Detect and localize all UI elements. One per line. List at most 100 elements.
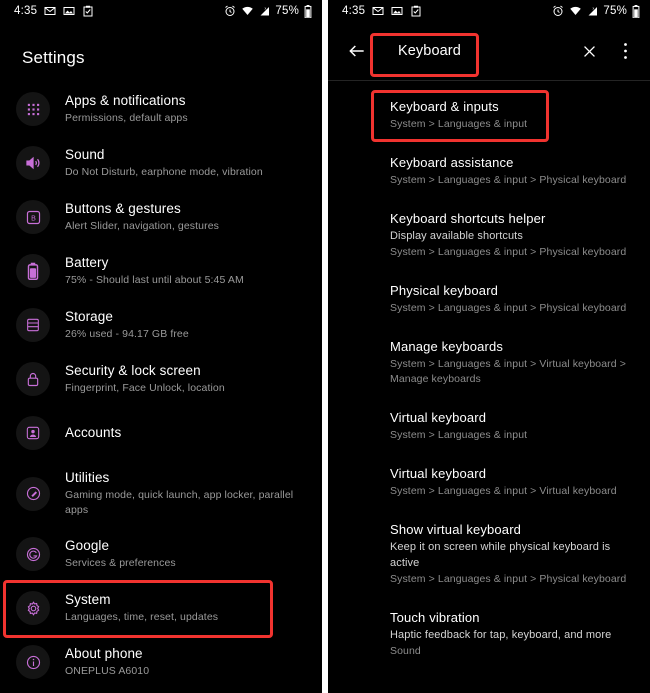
sidebar-item-text: Storage 26% used - 94.17 GB free (65, 308, 189, 342)
sidebar-item-title: About phone (65, 646, 143, 661)
search-input[interactable]: Keyboard (370, 31, 578, 71)
signal-icon: x (586, 5, 598, 17)
alarm-icon (552, 5, 564, 17)
sidebar-item-text: Buttons & gestures Alert Slider, navigat… (65, 200, 219, 234)
battery-status-icon (304, 5, 312, 18)
status-bar-right-group: x 75% (224, 5, 312, 18)
sidebar-item-apps-notifications[interactable]: Apps & notifications Permissions, defaul… (0, 82, 322, 136)
sidebar-item-text: Accounts (65, 424, 121, 442)
photos-icon (391, 5, 403, 17)
battery-percent: 75% (275, 5, 299, 17)
photos-icon (63, 5, 75, 17)
utilities-icon (16, 476, 50, 511)
settings-list: Apps & notifications Permissions, defaul… (0, 82, 322, 689)
wifi-icon (569, 5, 582, 17)
result-title: Keyboard & inputs (390, 99, 499, 114)
lock-icon (16, 362, 50, 396)
close-icon[interactable] (578, 40, 600, 62)
arrow-back-icon[interactable] (344, 38, 370, 64)
svg-text:x: x (593, 7, 595, 11)
sidebar-item-title: Google (65, 538, 110, 553)
search-result-keyboard-inputs[interactable]: Keyboard & inputs System > Languages & i… (328, 87, 650, 143)
sidebar-item-utilities[interactable]: Utilities Gaming mode, quick launch, app… (0, 460, 322, 527)
status-bar-left: 4:35 x 75% (0, 0, 322, 22)
sidebar-item-subtitle: ONEPLUS A6010 (65, 665, 150, 677)
result-desc: Keep it on screen while physical keyboar… (390, 541, 611, 569)
sidebar-item-sound[interactable]: Sound Do Not Disturb, earphone mode, vib… (0, 136, 322, 190)
search-result-touch-vibration[interactable]: Touch vibration Haptic feedback for tap,… (328, 598, 650, 670)
signal-icon: x (258, 5, 270, 17)
result-path: System > Languages & input > Virtual key… (390, 358, 626, 385)
result-title: Show virtual keyboard (390, 522, 522, 537)
sidebar-item-title: Battery (65, 255, 109, 270)
sidebar-item-buttons-gestures[interactable]: B Buttons & gestures Alert Slider, navig… (0, 190, 322, 244)
status-bar-left-group: 4:35 (14, 5, 94, 17)
sidebar-item-subtitle: Do Not Disturb, earphone mode, vibration (65, 166, 263, 178)
dual-screenshot: 4:35 x 75% Settings Apps & notifications… (0, 0, 650, 693)
result-desc: Haptic feedback for tap, keyboard, and m… (390, 629, 612, 641)
search-result-physical-keyboard[interactable]: Physical keyboard System > Languages & i… (328, 271, 650, 327)
sidebar-item-subtitle: Languages, time, reset, updates (65, 611, 219, 623)
search-result-virtual-keyboard-1[interactable]: Virtual keyboard System > Languages & in… (328, 398, 650, 454)
sidebar-item-subtitle: 75% - Should last until about 5:45 AM (65, 274, 244, 286)
sidebar-item-title: Apps & notifications (65, 93, 186, 108)
wifi-icon (241, 5, 254, 17)
result-path: System > Languages & input > Physical ke… (390, 246, 627, 258)
result-desc: Display available shortcuts (390, 230, 523, 242)
sidebar-item-google[interactable]: Google Services & preferences (0, 527, 322, 581)
sidebar-item-battery[interactable]: Battery 75% - Should last until about 5:… (0, 244, 322, 298)
search-result-manage-keyboards[interactable]: Manage keyboards System > Languages & in… (328, 327, 650, 398)
search-query-text: Keyboard (398, 43, 461, 59)
sidebar-item-text: Google Services & preferences (65, 537, 176, 571)
result-path: System > Languages & input > Physical ke… (390, 174, 627, 186)
status-bar-right: 4:35 x 75% (328, 0, 650, 22)
search-result-show-virtual-keyboard[interactable]: Show virtual keyboard Keep it on screen … (328, 510, 650, 598)
storage-icon (16, 308, 50, 342)
svg-text:B: B (31, 214, 36, 222)
more-vert-icon[interactable] (614, 40, 636, 62)
result-path: System > Languages & input > Physical ke… (390, 573, 627, 585)
result-title: Virtual keyboard (390, 410, 487, 425)
google-icon (16, 537, 50, 571)
sidebar-item-subtitle: Fingerprint, Face Unlock, location (65, 382, 225, 394)
result-title: Keyboard assistance (390, 155, 514, 170)
gmail-icon (372, 5, 384, 17)
sidebar-item-subtitle: Gaming mode, quick launch, app locker, p… (65, 489, 294, 516)
sidebar-item-title: Buttons & gestures (65, 201, 181, 216)
info-icon (16, 645, 50, 679)
sidebar-item-title: Accounts (65, 425, 122, 440)
result-path: System > Languages & input > Virtual key… (390, 485, 617, 497)
gear-icon (16, 591, 50, 625)
result-title: Physical keyboard (390, 283, 499, 298)
buttons-icon: B (16, 200, 50, 234)
result-title: Virtual keyboard (390, 466, 487, 481)
result-path: System > Languages & input > Physical ke… (390, 302, 627, 314)
search-result-keyboard-shortcuts-helper[interactable]: Keyboard shortcuts helper Display availa… (328, 199, 650, 271)
search-results-list: Keyboard & inputs System > Languages & i… (328, 81, 650, 670)
status-bar-right-group: x 75% (552, 5, 640, 18)
sidebar-item-about-phone[interactable]: About phone ONEPLUS A6010 (0, 635, 322, 689)
gmail-icon (44, 5, 56, 17)
alarm-icon (224, 5, 236, 17)
search-bar: Keyboard (328, 22, 650, 80)
apps-grid-icon (16, 92, 50, 126)
sidebar-item-title: Security & lock screen (65, 363, 201, 378)
result-path: System > Languages & input (390, 429, 528, 441)
sidebar-item-title: Sound (65, 147, 105, 162)
tasks-icon (82, 5, 94, 17)
sidebar-item-title: System (65, 592, 111, 607)
search-result-virtual-keyboard-2[interactable]: Virtual keyboard System > Languages & in… (328, 454, 650, 510)
result-path: Sound (390, 645, 421, 657)
sidebar-item-title: Storage (65, 309, 113, 324)
status-bar-left-group: 4:35 (342, 5, 422, 17)
sidebar-item-accounts[interactable]: Accounts (0, 406, 322, 460)
sidebar-item-system[interactable]: System Languages, time, reset, updates (0, 581, 322, 635)
status-time: 4:35 (14, 5, 38, 17)
result-title: Touch vibration (390, 610, 480, 625)
sidebar-item-subtitle: Alert Slider, navigation, gestures (65, 220, 219, 232)
search-result-keyboard-assistance[interactable]: Keyboard assistance System > Languages &… (328, 143, 650, 199)
search-actions (578, 40, 636, 62)
sidebar-item-security-lock-screen[interactable]: Security & lock screen Fingerprint, Face… (0, 352, 322, 406)
sidebar-item-storage[interactable]: Storage 26% used - 94.17 GB free (0, 298, 322, 352)
sidebar-item-subtitle: 26% used - 94.17 GB free (65, 328, 189, 340)
